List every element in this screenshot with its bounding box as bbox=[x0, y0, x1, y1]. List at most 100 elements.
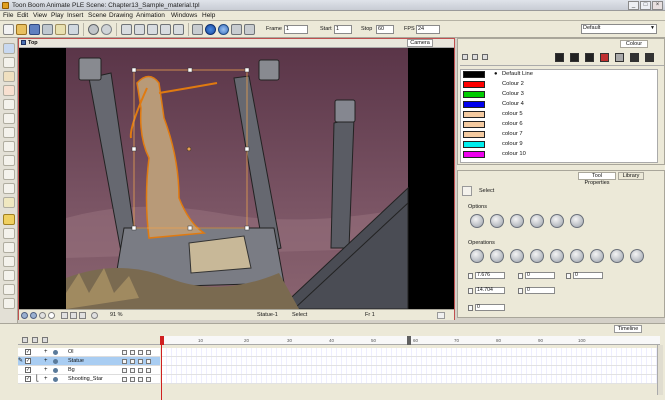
fps-field[interactable]: 24 bbox=[416, 25, 440, 34]
stage-canvas[interactable] bbox=[19, 48, 454, 310]
layer-visible-checkbox[interactable]: ✓ bbox=[25, 349, 31, 355]
rectangle-tool-icon[interactable] bbox=[3, 141, 15, 152]
lock-icon[interactable] bbox=[122, 350, 127, 355]
frame-row[interactable] bbox=[162, 348, 660, 357]
paste-icon[interactable] bbox=[147, 24, 158, 35]
layer-option-icon[interactable] bbox=[138, 368, 143, 373]
rotate-tool-icon[interactable] bbox=[3, 256, 15, 267]
workspace-select[interactable]: Default ▼ bbox=[581, 24, 657, 34]
redo-icon[interactable] bbox=[101, 24, 112, 35]
print-icon[interactable] bbox=[68, 24, 79, 35]
render-icon[interactable] bbox=[61, 312, 68, 319]
maximize-button[interactable]: □ bbox=[640, 1, 651, 10]
add-layer-icon[interactable] bbox=[22, 337, 28, 343]
rotate-ccw-icon[interactable] bbox=[550, 249, 564, 263]
snap-contour-icon[interactable] bbox=[490, 214, 504, 228]
colour-item[interactable]: colour 5 bbox=[461, 110, 659, 120]
timeline-scrollbar[interactable] bbox=[657, 345, 663, 395]
layer-colour-icon[interactable] bbox=[130, 377, 135, 382]
select-all-icon[interactable] bbox=[173, 24, 184, 35]
layer-display-icon[interactable] bbox=[146, 377, 151, 382]
lock-icon[interactable] bbox=[122, 377, 127, 382]
import-icon[interactable] bbox=[42, 24, 53, 35]
layer-option-icon[interactable] bbox=[138, 377, 143, 382]
permanent-select-icon[interactable] bbox=[530, 214, 544, 228]
flip-vertical-icon[interactable] bbox=[530, 249, 544, 263]
preview-icon[interactable] bbox=[79, 312, 86, 319]
group-icon[interactable] bbox=[490, 249, 504, 263]
save-icon[interactable] bbox=[29, 24, 40, 35]
layer-option-icon[interactable] bbox=[138, 359, 143, 364]
colour-item[interactable]: Colour 3 bbox=[461, 90, 659, 100]
eraser-tool-icon[interactable] bbox=[3, 99, 15, 110]
lock-icon[interactable] bbox=[122, 359, 127, 364]
text-tool-icon[interactable] bbox=[3, 113, 15, 124]
stop-field[interactable]: 60 bbox=[376, 25, 394, 34]
menu-drawing[interactable]: Drawing bbox=[109, 12, 133, 19]
texture-icon[interactable] bbox=[615, 53, 624, 62]
layer-colour-icon[interactable] bbox=[130, 359, 135, 364]
tab-tool-properties[interactable]: Tool Properties bbox=[578, 172, 616, 186]
smooth-tool-icon[interactable] bbox=[3, 298, 15, 309]
flip-horizontal-icon[interactable] bbox=[510, 249, 524, 263]
add-colour-icon[interactable] bbox=[462, 54, 468, 60]
hand-tool-icon[interactable] bbox=[3, 228, 15, 239]
frame-row[interactable] bbox=[162, 357, 660, 366]
tab-library[interactable]: Library bbox=[618, 172, 644, 180]
palette-icon[interactable] bbox=[600, 53, 609, 62]
menu-scene[interactable]: Scene bbox=[88, 12, 106, 19]
colour-item[interactable]: colour 6 bbox=[461, 120, 659, 130]
close-button[interactable]: × bbox=[652, 1, 663, 10]
layer-display-icon[interactable] bbox=[146, 359, 151, 364]
play-icon[interactable] bbox=[205, 24, 216, 35]
layer-display-icon[interactable] bbox=[146, 350, 151, 355]
new-scene-icon[interactable] bbox=[3, 24, 14, 35]
flatten-icon[interactable] bbox=[470, 249, 484, 263]
expand-icon[interactable]: + bbox=[44, 348, 48, 357]
expand-icon[interactable]: + bbox=[44, 366, 48, 375]
delete-icon[interactable] bbox=[160, 24, 171, 35]
ink-tool-icon[interactable] bbox=[3, 197, 15, 208]
colour-item[interactable]: colour 10 bbox=[461, 150, 659, 160]
layer-props-icon[interactable] bbox=[42, 337, 48, 343]
line-tool-icon[interactable] bbox=[3, 127, 15, 138]
safe-area-icon[interactable] bbox=[48, 312, 55, 319]
transform-tool-icon[interactable] bbox=[3, 214, 15, 225]
start-field[interactable]: 1 bbox=[334, 25, 352, 34]
first-frame-icon[interactable] bbox=[192, 24, 203, 35]
y-position-field[interactable]: 14.704 bbox=[475, 287, 505, 294]
layer-row[interactable]: ✓ + Ol bbox=[18, 348, 160, 357]
zoom-level[interactable]: 91 % bbox=[110, 312, 123, 318]
expand-icon[interactable]: + bbox=[44, 375, 48, 384]
layer-row[interactable]: ✓ ⎣ + Shooting_Star bbox=[18, 375, 160, 384]
menu-help[interactable]: Help bbox=[202, 12, 215, 19]
colour-item[interactable]: Colour 2 bbox=[461, 80, 659, 90]
lasso-icon[interactable] bbox=[470, 214, 484, 228]
optimize-icon[interactable] bbox=[610, 249, 624, 263]
height-field[interactable]: 0 bbox=[525, 287, 555, 294]
dropper-tool-icon[interactable] bbox=[3, 270, 15, 281]
menu-file[interactable]: File bbox=[3, 12, 13, 19]
gradient-icon[interactable] bbox=[630, 53, 639, 62]
last-frame-icon[interactable] bbox=[244, 24, 255, 35]
tab-colour[interactable]: Colour bbox=[620, 40, 648, 48]
layer-visible-checkbox[interactable]: ✓ bbox=[25, 376, 31, 382]
snap-grid-icon[interactable] bbox=[510, 214, 524, 228]
menu-windows[interactable]: Windows bbox=[171, 12, 197, 19]
swatch-mode-icon[interactable] bbox=[585, 53, 594, 62]
colour-item[interactable]: Colour 4 bbox=[461, 100, 659, 110]
colour-item[interactable]: colour 7 bbox=[461, 130, 659, 140]
fill-swatch-icon[interactable] bbox=[570, 53, 579, 62]
width-field[interactable]: 0 bbox=[525, 272, 555, 279]
grid-icon[interactable] bbox=[21, 312, 28, 319]
onion-skin-icon[interactable] bbox=[39, 312, 46, 319]
open-icon[interactable] bbox=[16, 24, 27, 35]
select-tool-icon[interactable] bbox=[3, 43, 15, 54]
brush-tool-icon[interactable] bbox=[3, 71, 15, 82]
ellipse-tool-icon[interactable] bbox=[3, 155, 15, 166]
layer-display-icon[interactable] bbox=[146, 368, 151, 373]
frame-ruler[interactable]: 10 20 30 40 50 60 70 80 90 100 bbox=[162, 336, 660, 345]
menu-insert[interactable]: Insert bbox=[67, 12, 83, 19]
frame-row[interactable] bbox=[162, 375, 660, 384]
contour-editor-icon[interactable] bbox=[3, 57, 15, 68]
